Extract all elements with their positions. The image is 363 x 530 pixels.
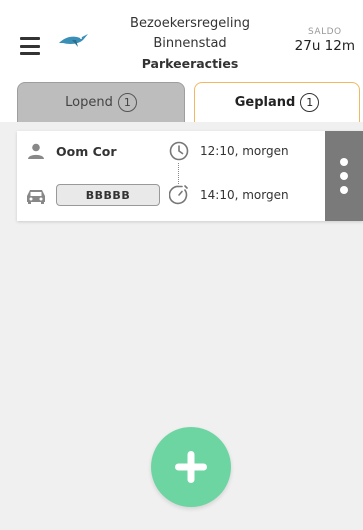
tab-lopend-label: Lopend (65, 95, 113, 110)
bird-logo-icon (59, 34, 88, 47)
start-time: 12:10, morgen (200, 144, 289, 158)
page-subtitle: Parkeeracties (141, 56, 239, 71)
timer-icon (169, 185, 188, 205)
time-connector-line (178, 163, 179, 184)
visitor-name: Oom Cor (56, 144, 117, 159)
saldo-display: SALDO 27u 12m (295, 27, 355, 54)
saldo-value: 27u 12m (294, 38, 355, 54)
page-title: Bezoekersregeling Binnenstad Parkeeracti… (106, 14, 274, 74)
parking-action-card[interactable]: Oom Cor BBBBB 12:10, morgen 14:10, morge… (17, 131, 363, 221)
title-line-2: Binnenstad (153, 36, 227, 51)
tab-gepland-count-badge: 1 (300, 93, 320, 112)
hamburger-menu-icon[interactable] (20, 37, 40, 55)
tab-lopend-count-badge: 1 (117, 93, 137, 112)
license-plate: BBBBB (56, 184, 160, 206)
tab-bar: Lopend 1 Gepland 1 (0, 80, 363, 122)
clock-icon (169, 141, 189, 161)
app-screen: Bezoekersregeling Binnenstad Parkeeracti… (0, 0, 363, 530)
title-line-1: Bezoekersregeling (130, 16, 250, 31)
tab-lopend[interactable]: Lopend 1 (17, 82, 185, 122)
add-parking-action-button[interactable] (151, 427, 231, 507)
plus-icon (175, 451, 207, 483)
saldo-label: SALDO (308, 27, 342, 37)
car-icon (27, 190, 45, 204)
tab-gepland-label: Gepland (234, 95, 296, 110)
more-vertical-icon[interactable] (325, 131, 363, 221)
tab-gepland[interactable]: Gepland 1 (194, 82, 360, 122)
end-time: 14:10, morgen (200, 188, 289, 202)
person-icon (28, 143, 44, 159)
header: Bezoekersregeling Binnenstad Parkeeracti… (0, 0, 363, 80)
